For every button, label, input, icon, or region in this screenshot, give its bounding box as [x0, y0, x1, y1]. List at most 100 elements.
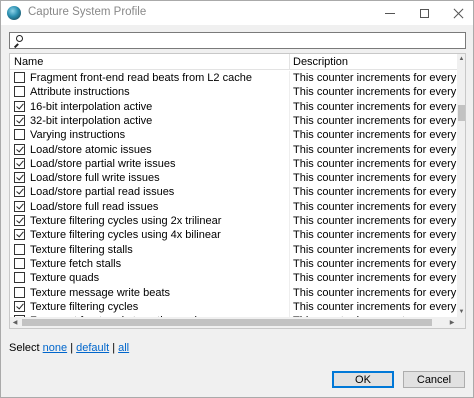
counter-description: This counter increments for every instru… [293, 86, 457, 99]
row-checkbox[interactable] [14, 286, 25, 298]
title-bar: Capture System Profile [1, 1, 473, 25]
column-header-name[interactable]: Name [14, 56, 43, 68]
counter-description: This counter increments for every partia… [293, 157, 457, 170]
counter-name: Load/store atomic issues [30, 143, 152, 156]
cell-divider [289, 99, 290, 115]
minimize-icon [385, 12, 395, 14]
counter-name: Texture message write beats [30, 286, 171, 299]
counter-name: Load/store partial read issues [30, 186, 175, 199]
row-checkbox[interactable] [14, 272, 25, 284]
row-checkbox[interactable] [14, 143, 25, 155]
counter-description: This counter increments for every textur… [293, 300, 457, 313]
close-icon [453, 8, 464, 19]
counter-description: This counter increments for every load/s… [293, 143, 457, 156]
counter-name: Texture filtering stalls [30, 243, 133, 256]
table-row[interactable]: Texture fetch stalls This counter increme… [10, 256, 457, 272]
column-header-description[interactable]: Description [293, 56, 348, 68]
counter-name: Fragment front-end read beats from L2 ca… [30, 72, 252, 84]
table-row[interactable]: Texture filtering cycles This counter inc… [10, 299, 457, 315]
counter-description: This counter increments for every warp-w… [293, 129, 457, 142]
counter-description: This counter increments for every read b… [293, 72, 457, 84]
cell-divider [289, 113, 290, 129]
row-checkbox[interactable] [14, 86, 25, 98]
table-row[interactable]: 16-bit interpolation active This counter … [10, 99, 457, 115]
cell-divider [289, 185, 290, 201]
table-row[interactable]: Texture filtering cycles using 4x biline… [10, 228, 457, 244]
select-all-link[interactable]: all [118, 342, 129, 354]
counter-name: Load/store full write issues [30, 172, 160, 185]
counter-description: This counter increments for every 32-bit… [293, 114, 457, 127]
row-checkbox[interactable] [14, 229, 25, 241]
cell-divider [289, 71, 290, 86]
cell-divider [289, 142, 290, 158]
window-title: Capture System Profile [28, 6, 147, 18]
cell-divider [289, 171, 290, 187]
separator: | [112, 342, 116, 354]
table-row[interactable]: Fragment front-end read beats from L2 ca… [10, 71, 457, 86]
counter-description: This counter increments for every full-w… [293, 172, 457, 185]
row-checkbox[interactable] [14, 200, 25, 212]
column-divider[interactable] [289, 54, 290, 70]
counter-description: This counter increments for every cycle … [293, 257, 457, 270]
table-row[interactable]: Texture filtering stalls This counter inc… [10, 242, 457, 258]
row-checkbox[interactable] [14, 257, 25, 269]
maximize-button[interactable] [407, 1, 441, 25]
search-box[interactable] [9, 32, 466, 49]
table-row[interactable]: Varying instructions This counter increme… [10, 128, 457, 144]
counter-name: Texture quads [30, 272, 100, 285]
select-default-link[interactable]: default [76, 342, 109, 354]
row-checkbox[interactable] [14, 100, 25, 112]
horizontal-scroll-thumb[interactable] [22, 319, 432, 326]
counter-name: Load/store full read issues [30, 200, 159, 213]
cell-divider [289, 299, 290, 315]
search-icon [13, 35, 23, 48]
scroll-left-arrow-icon[interactable]: ◀ [10, 317, 20, 328]
close-button[interactable] [441, 1, 474, 25]
row-checkbox[interactable] [14, 157, 25, 169]
scroll-down-arrow-icon[interactable]: ▼ [457, 307, 465, 317]
row-checkbox[interactable] [14, 114, 25, 126]
counter-description: This counter increments for every cycle … [293, 243, 457, 256]
scroll-right-arrow-icon[interactable]: ▶ [447, 317, 457, 328]
select-label: Select [9, 342, 40, 354]
table-row[interactable]: Load/store partial read issues This count… [10, 185, 457, 201]
row-checkbox[interactable] [14, 129, 25, 141]
counter-description: This counter increments for every cycle … [293, 215, 457, 227]
table-row[interactable]: Load/store full read issues This counter … [10, 199, 457, 215]
table-row[interactable]: Load/store atomic issues This counter inc… [10, 142, 457, 158]
table-body: Fragment front-end read beats from L2 ca… [10, 71, 457, 328]
row-checkbox[interactable] [14, 172, 25, 184]
search-input[interactable] [25, 33, 463, 48]
table-row[interactable]: Load/store partial write issues This coun… [10, 156, 457, 172]
table-row[interactable]: Texture filtering cycles using 2x trilin… [10, 214, 457, 229]
cancel-button[interactable]: Cancel [403, 371, 465, 388]
vertical-scroll-thumb[interactable] [458, 104, 465, 121]
counter-name: Load/store partial write issues [30, 157, 176, 170]
cell-divider [289, 85, 290, 101]
row-checkbox[interactable] [14, 215, 25, 226]
cell-divider [289, 214, 290, 229]
horizontal-scrollbar[interactable]: ◀ ▶ [10, 317, 457, 328]
vertical-scrollbar[interactable]: ▲ ▼ [457, 54, 465, 317]
cell-divider [289, 199, 290, 215]
row-checkbox[interactable] [14, 72, 25, 83]
minimize-button[interactable] [373, 1, 407, 25]
row-checkbox[interactable] [14, 300, 25, 312]
cell-divider [289, 128, 290, 144]
separator: | [70, 342, 74, 354]
row-checkbox[interactable] [14, 186, 25, 198]
table-row[interactable]: 32-bit interpolation active This counter … [10, 113, 457, 129]
row-checkbox[interactable] [14, 243, 25, 255]
scroll-up-arrow-icon[interactable]: ▲ [457, 54, 465, 64]
table-header: Name Description [10, 54, 457, 70]
counter-description: This counter increments for every 16-bit… [293, 100, 457, 113]
select-none-link[interactable]: none [43, 342, 67, 354]
table-row[interactable]: Load/store full write issues This counter… [10, 171, 457, 187]
counter-name: Texture fetch stalls [30, 257, 122, 270]
table-row[interactable]: Texture message write beats This counter … [10, 285, 457, 301]
counter-name: Texture filtering cycles using 4x biline… [30, 229, 221, 242]
counter-name: Varying instructions [30, 129, 126, 142]
table-row[interactable]: Texture quads This counter increments for… [10, 271, 457, 287]
ok-button[interactable]: OK [332, 371, 394, 388]
table-row[interactable]: Attribute instructions This counter incre… [10, 85, 457, 101]
